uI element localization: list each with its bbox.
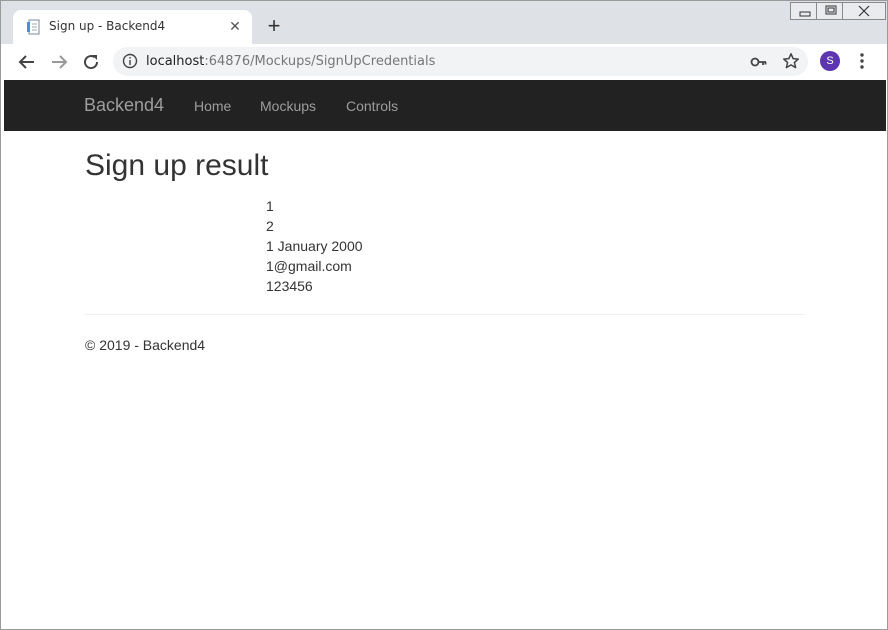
close-window-button[interactable]	[842, 2, 886, 20]
restore-icon	[825, 5, 837, 15]
result-value: 1	[266, 198, 274, 214]
divider	[85, 314, 805, 315]
minimize-icon	[799, 11, 811, 17]
footer-text: © 2019 - Backend4	[85, 337, 206, 353]
page-title: Sign up result	[85, 149, 269, 182]
nav-link-home[interactable]: Home	[194, 98, 231, 114]
nav-link-mockups[interactable]: Mockups	[260, 98, 316, 114]
kebab-menu-icon[interactable]	[854, 51, 870, 71]
url-path: :64876/Mockups/SignUpCredentials	[204, 54, 436, 69]
result-value: 1@gmail.com	[266, 258, 352, 274]
key-icon[interactable]	[750, 53, 768, 71]
site-navbar: Backend4 Home Mockups Controls	[4, 80, 886, 131]
browser-tab[interactable]: Sign up - Backend4 ✕	[13, 10, 252, 44]
close-window-icon	[858, 5, 870, 17]
tab-strip: Sign up - Backend4 ✕ +	[1, 1, 887, 44]
forward-icon[interactable]	[47, 50, 71, 74]
browser-window: Sign up - Backend4 ✕ + localhost:64876/M…	[0, 0, 888, 630]
back-icon[interactable]	[15, 50, 39, 74]
url-text[interactable]: localhost:64876/Mockups/SignUpCredential…	[146, 54, 435, 69]
address-bar[interactable]: localhost:64876/Mockups/SignUpCredential…	[113, 47, 808, 76]
close-tab-icon[interactable]: ✕	[227, 18, 243, 34]
reload-icon[interactable]	[79, 50, 103, 74]
info-icon[interactable]	[122, 53, 138, 69]
result-value: 2	[266, 218, 274, 234]
page-icon	[27, 19, 40, 35]
nav-link-controls[interactable]: Controls	[346, 98, 398, 114]
url-host: localhost	[146, 54, 205, 69]
result-value: 123456	[266, 278, 313, 294]
result-values: 1 2 1 January 2000 1@gmail.com 123456	[266, 196, 363, 296]
profile-avatar[interactable]: S	[820, 51, 840, 71]
browser-toolbar: localhost:64876/Mockups/SignUpCredential…	[1, 44, 887, 79]
star-icon[interactable]	[782, 52, 800, 70]
new-tab-icon[interactable]: +	[263, 15, 285, 37]
tab-title: Sign up - Backend4	[49, 19, 166, 33]
result-value: 1 January 2000	[266, 238, 363, 254]
brand-link[interactable]: Backend4	[84, 95, 164, 116]
